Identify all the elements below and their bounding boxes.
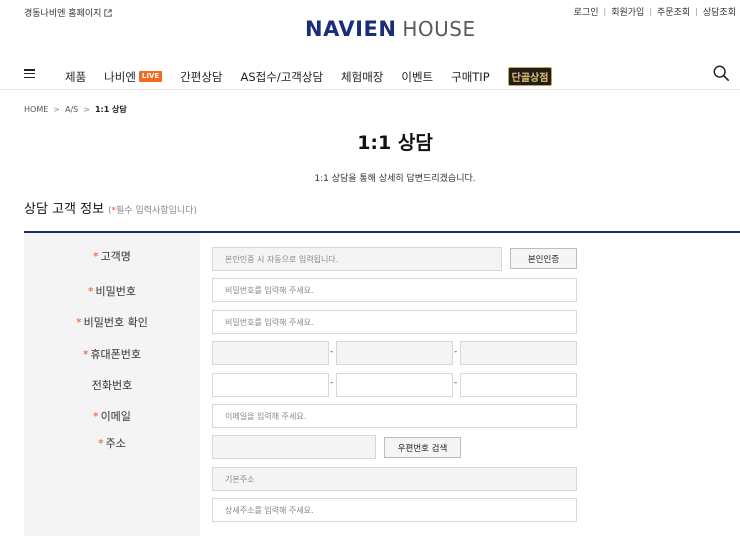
verify-button[interactable]: 본인인증 xyxy=(510,248,577,269)
utility-menu: 로그인 | 회원가입 | 주문조회 | 상담조회 xyxy=(574,5,736,18)
phone-input-3[interactable] xyxy=(460,373,577,397)
breadcrumb-as[interactable]: A/S xyxy=(65,105,78,114)
page-description: 1:1 상담을 통해 상세히 답변드리겠습니다. xyxy=(314,174,476,184)
navien-homepage-link-label: 경동나비엔 홈페이지 xyxy=(24,9,102,19)
email-input-placeholder: 이메일을 입력해 주세요. xyxy=(225,411,307,421)
breadcrumb-current: 1:1 상담 xyxy=(94,105,127,114)
password-input[interactable]: 비밀번호를 입력해 주세요. xyxy=(212,278,577,302)
name-input[interactable]: 본인인증 시 자동으로 입력됩니다. xyxy=(212,247,502,271)
mobile-input-1[interactable] xyxy=(212,341,329,365)
nav-item-buying-tip[interactable]: 구매TIP xyxy=(451,69,490,85)
nav-menu: 제품 나비엔 LIVE 간편상담 AS접수/고객상담 체험매장 이벤트 구매TI… xyxy=(65,67,570,86)
mobile-label-text: 휴대폰번호 xyxy=(90,348,142,361)
breadcrumb: HOME > A/S > 1:1 상담 xyxy=(24,104,127,115)
login-link[interactable]: 로그인 xyxy=(574,5,599,18)
password-confirm-input[interactable]: 비밀번호를 입력해 주세요. xyxy=(212,310,577,334)
consult-lookup-link[interactable]: 상담조회 xyxy=(703,5,736,18)
address-base-placeholder: 기본주소 xyxy=(225,474,255,484)
main-navigation: 제품 나비엔 LIVE 간편상담 AS접수/고객상담 체험매장 이벤트 구매TI… xyxy=(0,60,740,90)
required-star: * xyxy=(98,437,104,450)
nav-item-showroom[interactable]: 체험매장 xyxy=(341,69,383,85)
divider: | xyxy=(649,7,653,16)
address-base-input[interactable]: 기본주소 xyxy=(212,467,577,491)
navien-homepage-link[interactable]: 경동나비엔 홈페이지 xyxy=(24,6,113,19)
password-label: * 비밀번호 xyxy=(24,283,200,299)
nav-item-quick-consult[interactable]: 간편상담 xyxy=(180,69,222,85)
mobile-label: * 휴대폰번호 xyxy=(24,346,200,362)
zipcode-search-button[interactable]: 우편번호 검색 xyxy=(384,437,461,458)
hamburger-menu-icon[interactable] xyxy=(24,69,35,79)
nav-item-event[interactable]: 이벤트 xyxy=(401,69,433,85)
address-detail-input[interactable]: 상세주소를 입력해 주세요. xyxy=(212,498,577,522)
mobile-input-3[interactable] xyxy=(460,341,577,365)
nav-item-as-consult[interactable]: AS접수/고객상담 xyxy=(241,69,324,85)
chevron-right-icon: > xyxy=(53,105,60,114)
dash: - xyxy=(330,347,334,357)
signup-link[interactable]: 회원가입 xyxy=(611,5,644,18)
password-confirm-input-placeholder: 비밀번호를 입력해 주세요. xyxy=(225,317,314,327)
logo-brand: NAVIEN xyxy=(305,17,397,41)
customer-info-form: * 고객명 본인인증 시 자동으로 입력됩니다. 본인인증 * 비밀번호 비밀번호를… xyxy=(24,231,740,536)
nav-item-navien-label: 나비엔 xyxy=(104,69,136,84)
email-label: * 이메일 xyxy=(24,408,200,424)
address-detail-placeholder: 상세주소를 입력해 주세요. xyxy=(225,505,314,515)
required-star: * xyxy=(93,250,99,263)
required-star: * xyxy=(82,348,89,361)
address-label: * 주소 xyxy=(24,435,200,451)
address-label-text: 주소 xyxy=(105,437,126,450)
zipcode-input[interactable] xyxy=(212,435,376,459)
password-confirm-label-text: 비밀번호 확인 xyxy=(83,316,148,329)
required-note-text: 필수 입력사항입니다 xyxy=(116,206,194,216)
order-lookup-link[interactable]: 주문조회 xyxy=(657,5,690,18)
phone-label: 전화번호 xyxy=(91,379,133,392)
dash: - xyxy=(454,347,458,357)
phone-input-1[interactable] xyxy=(212,373,329,397)
search-icon[interactable] xyxy=(712,64,730,82)
section-title-text: 상담 고객 정보 xyxy=(24,202,105,217)
divider: | xyxy=(603,7,607,16)
required-note: (*필수 입력사항입니다) xyxy=(108,206,197,216)
breadcrumb-home[interactable]: HOME xyxy=(24,105,48,114)
name-input-placeholder: 본인인증 시 자동으로 입력됩니다. xyxy=(225,254,339,264)
password-label-text: 비밀번호 xyxy=(95,285,136,298)
logo-house: HOUSE xyxy=(402,17,476,41)
name-label-text: 고객명 xyxy=(100,250,131,263)
live-badge: LIVE xyxy=(138,71,163,82)
nav-item-navien[interactable]: 나비엔 LIVE xyxy=(104,69,163,85)
required-star: * xyxy=(76,316,82,329)
site-logo[interactable]: NAVIEN HOUSE xyxy=(305,17,476,45)
required-star: * xyxy=(93,410,99,423)
chevron-right-icon: > xyxy=(83,105,90,114)
required-star: * xyxy=(88,285,94,298)
email-input[interactable]: 이메일을 입력해 주세요. xyxy=(212,404,577,428)
mobile-input-2[interactable] xyxy=(336,341,453,365)
divider: | xyxy=(695,7,698,16)
nav-item-products[interactable]: 제품 xyxy=(65,69,86,85)
dash: - xyxy=(330,378,334,388)
name-label: * 고객명 xyxy=(24,248,200,264)
external-link-icon xyxy=(104,8,113,17)
email-label-text: 이메일 xyxy=(100,410,131,423)
phone-input-2[interactable] xyxy=(336,373,453,397)
nav-item-special-store[interactable]: 단골상점 xyxy=(507,67,553,86)
dash: - xyxy=(454,378,458,388)
page-title: 1:1 상담 xyxy=(357,132,433,154)
section-title: 상담 고객 정보 (*필수 입력사항입니다) xyxy=(24,198,197,217)
password-input-placeholder: 비밀번호를 입력해 주세요. xyxy=(225,285,314,295)
password-confirm-label: * 비밀번호 확인 xyxy=(24,314,200,330)
